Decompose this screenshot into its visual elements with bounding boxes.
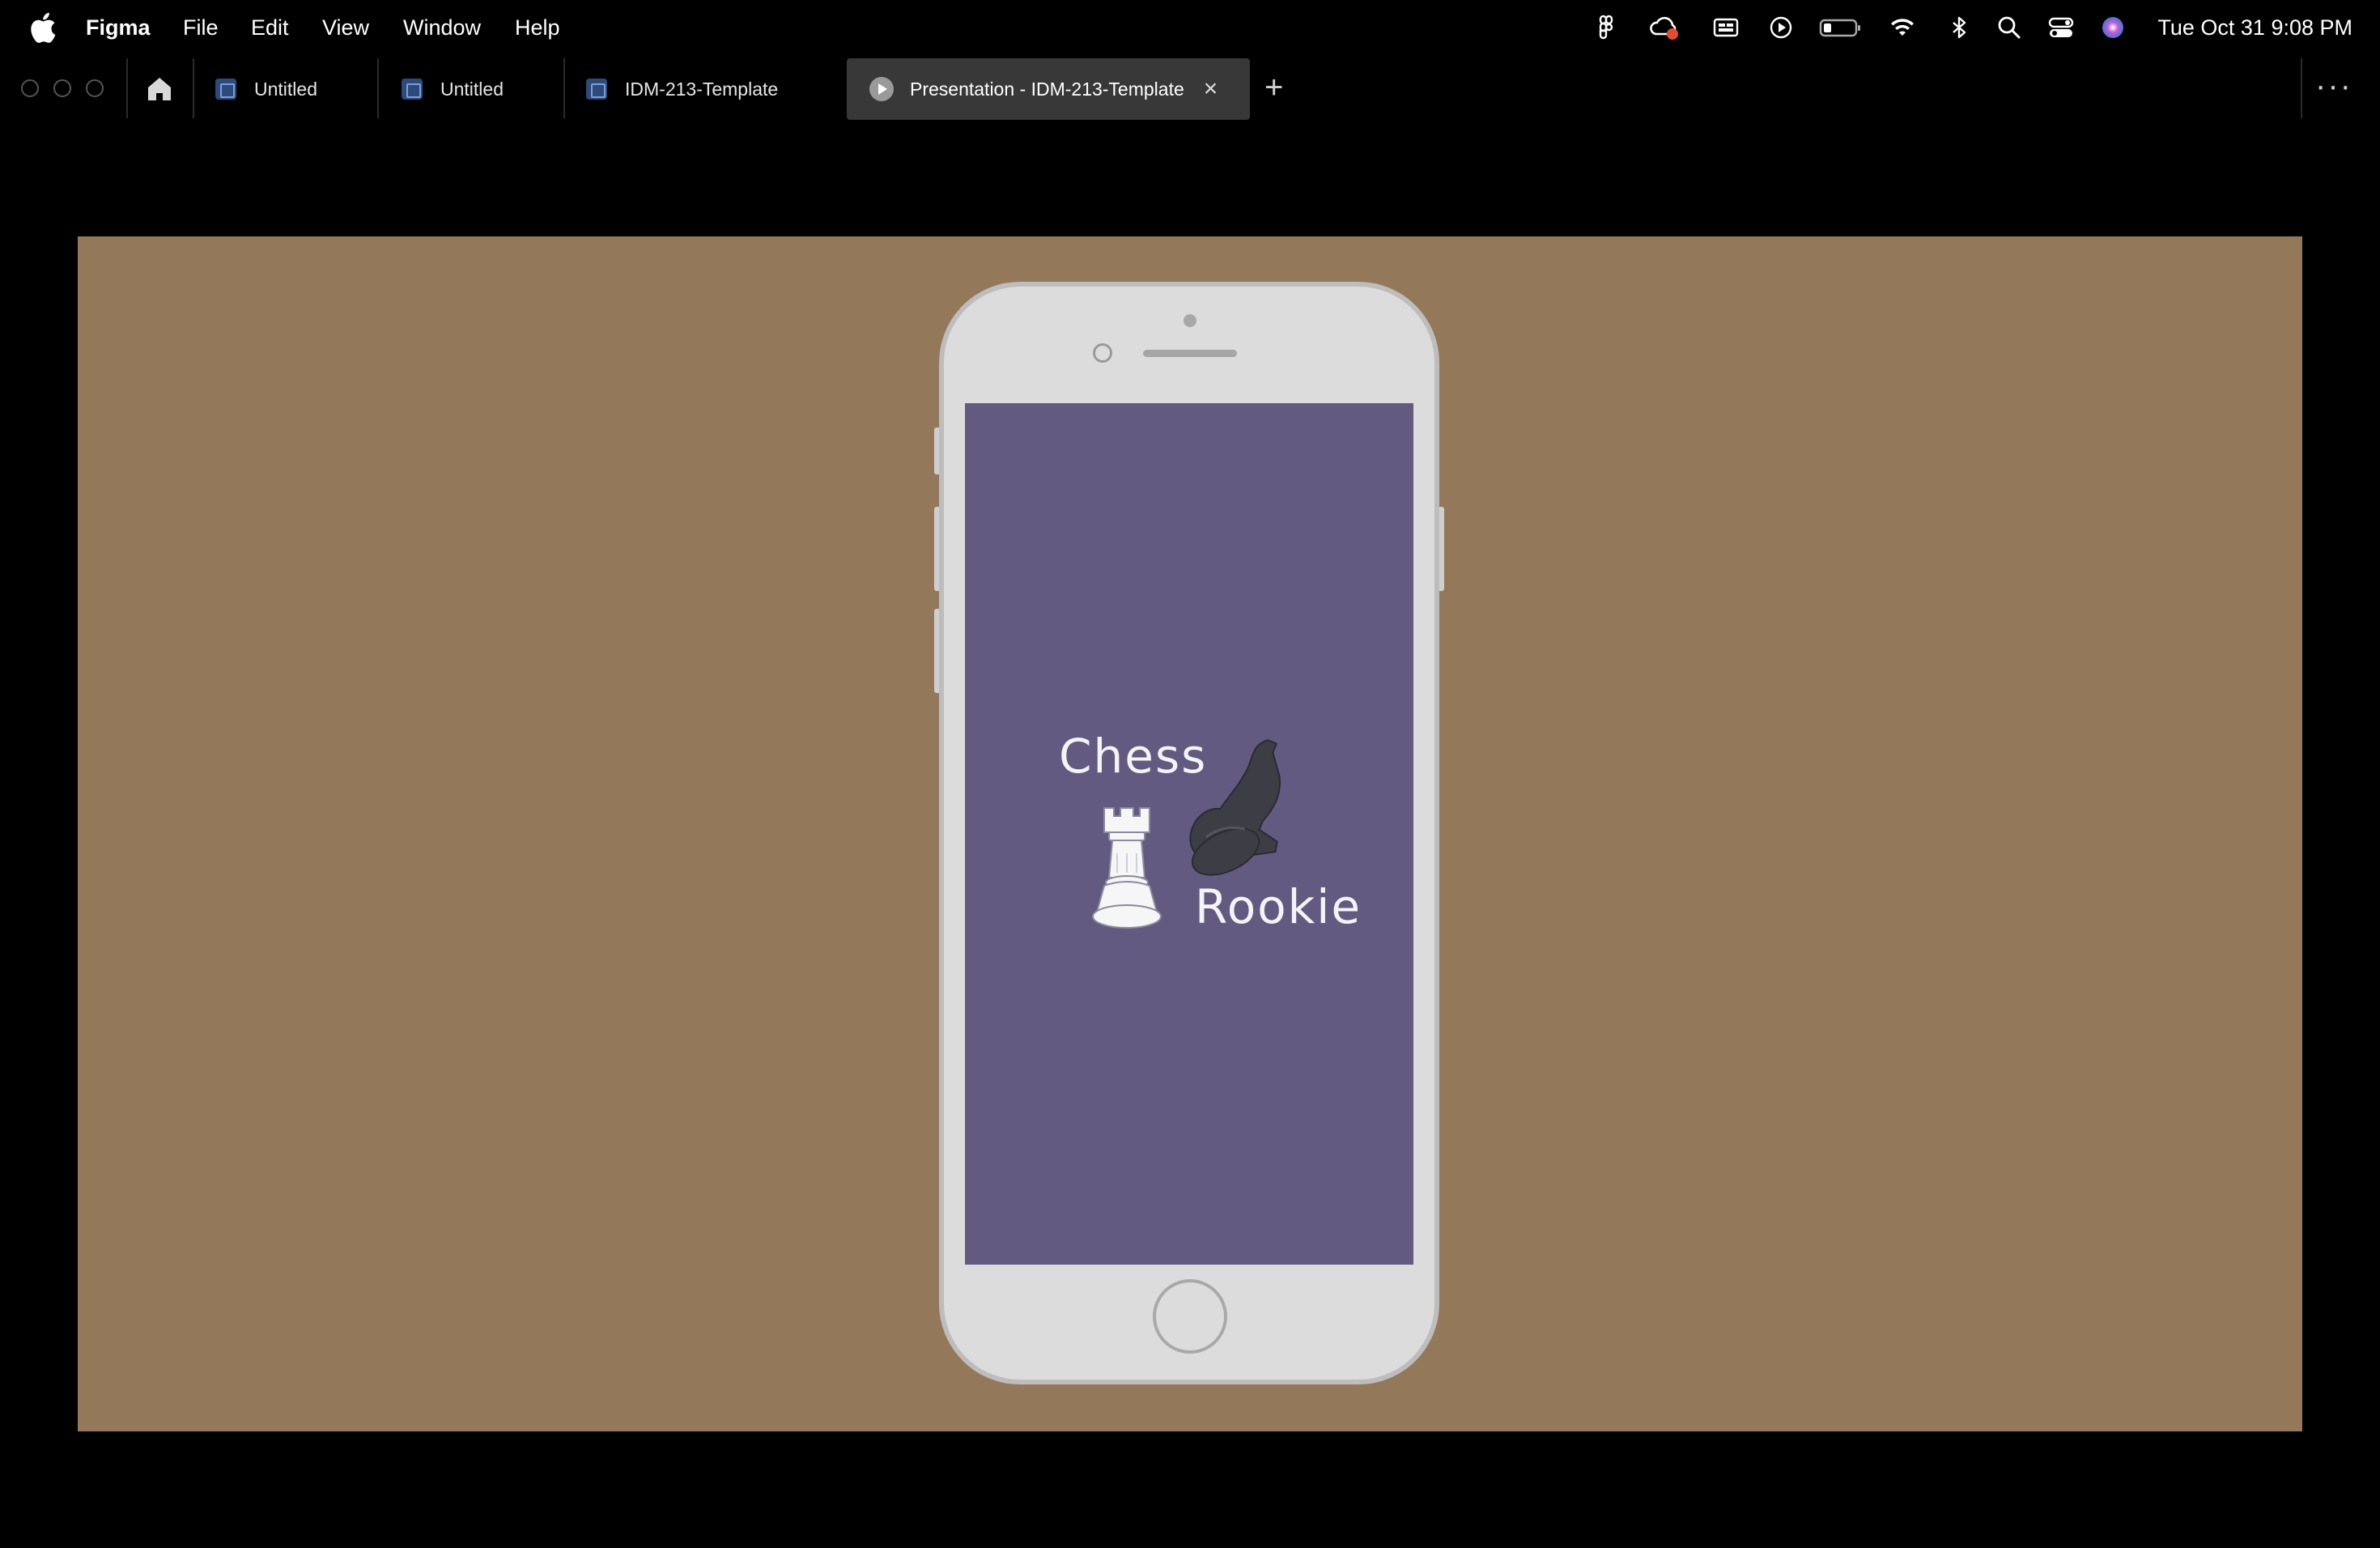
tab-divider xyxy=(2301,58,2302,118)
tab-divider xyxy=(563,58,565,118)
menu-bar-clock[interactable]: Tue Oct 31 9:08 PM xyxy=(2157,0,2352,55)
tab-label: IDM-213-Template xyxy=(625,78,779,100)
window-zoom-button[interactable] xyxy=(86,79,104,97)
menu-file[interactable]: File xyxy=(183,0,219,55)
battery-icon[interactable] xyxy=(1818,13,1862,42)
screen-share-icon[interactable] xyxy=(1711,13,1740,42)
design-file-icon xyxy=(402,79,423,100)
tab-divider xyxy=(377,58,379,118)
home-icon[interactable] xyxy=(144,74,175,104)
apple-menu-icon[interactable] xyxy=(29,11,57,44)
window-close-button[interactable] xyxy=(21,79,39,97)
design-file-icon xyxy=(215,79,236,100)
knight-icon xyxy=(1189,739,1281,876)
close-tab-icon[interactable]: × xyxy=(1204,77,1218,101)
phone-camera xyxy=(1184,314,1196,327)
tab-divider xyxy=(126,58,128,118)
tab-untitled-2[interactable]: Untitled xyxy=(402,58,504,120)
design-file-icon xyxy=(586,79,607,100)
play-icon xyxy=(869,77,894,101)
menu-view[interactable]: View xyxy=(322,0,369,55)
tab-untitled-1[interactable]: Untitled xyxy=(215,58,317,120)
wifi-icon[interactable] xyxy=(1888,13,1917,42)
tab-idm-213-template[interactable]: IDM-213-Template xyxy=(586,58,778,120)
add-tab-icon[interactable]: + xyxy=(1264,70,1283,105)
more-options-icon[interactable]: ··· xyxy=(2315,68,2352,104)
logo-text-rookie: Rookie xyxy=(1195,879,1362,934)
control-center-icon[interactable] xyxy=(2046,13,2076,42)
window-minimize-button[interactable] xyxy=(53,79,71,97)
menu-help[interactable]: Help xyxy=(515,0,560,55)
tab-label: Presentation - IDM-213-Template xyxy=(910,78,1184,100)
tab-presentation[interactable]: Presentation - IDM-213-Template × xyxy=(847,58,1250,120)
siri-icon[interactable] xyxy=(2098,13,2127,42)
phone-home-button xyxy=(1153,1279,1227,1354)
phone-sensor xyxy=(1093,343,1112,363)
tab-label: Untitled xyxy=(440,78,504,100)
menu-window[interactable]: Window xyxy=(403,0,481,55)
menu-edit[interactable]: Edit xyxy=(251,0,289,55)
creative-cloud-icon[interactable] xyxy=(1648,13,1681,42)
menu-bar: Figma File Edit View Window Help Tue Oct… xyxy=(0,0,2380,55)
tab-label: Untitled xyxy=(254,78,317,100)
bluetooth-icon[interactable] xyxy=(1944,13,1974,42)
spotlight-search-icon[interactable] xyxy=(1995,13,2024,42)
rook-icon xyxy=(1092,807,1162,929)
phone-speaker xyxy=(1143,350,1237,357)
tab-divider xyxy=(193,58,194,118)
figma-icon[interactable] xyxy=(1592,13,1621,42)
play-circle-icon[interactable] xyxy=(1766,13,1796,42)
app-menu-figma[interactable]: Figma xyxy=(86,0,151,55)
